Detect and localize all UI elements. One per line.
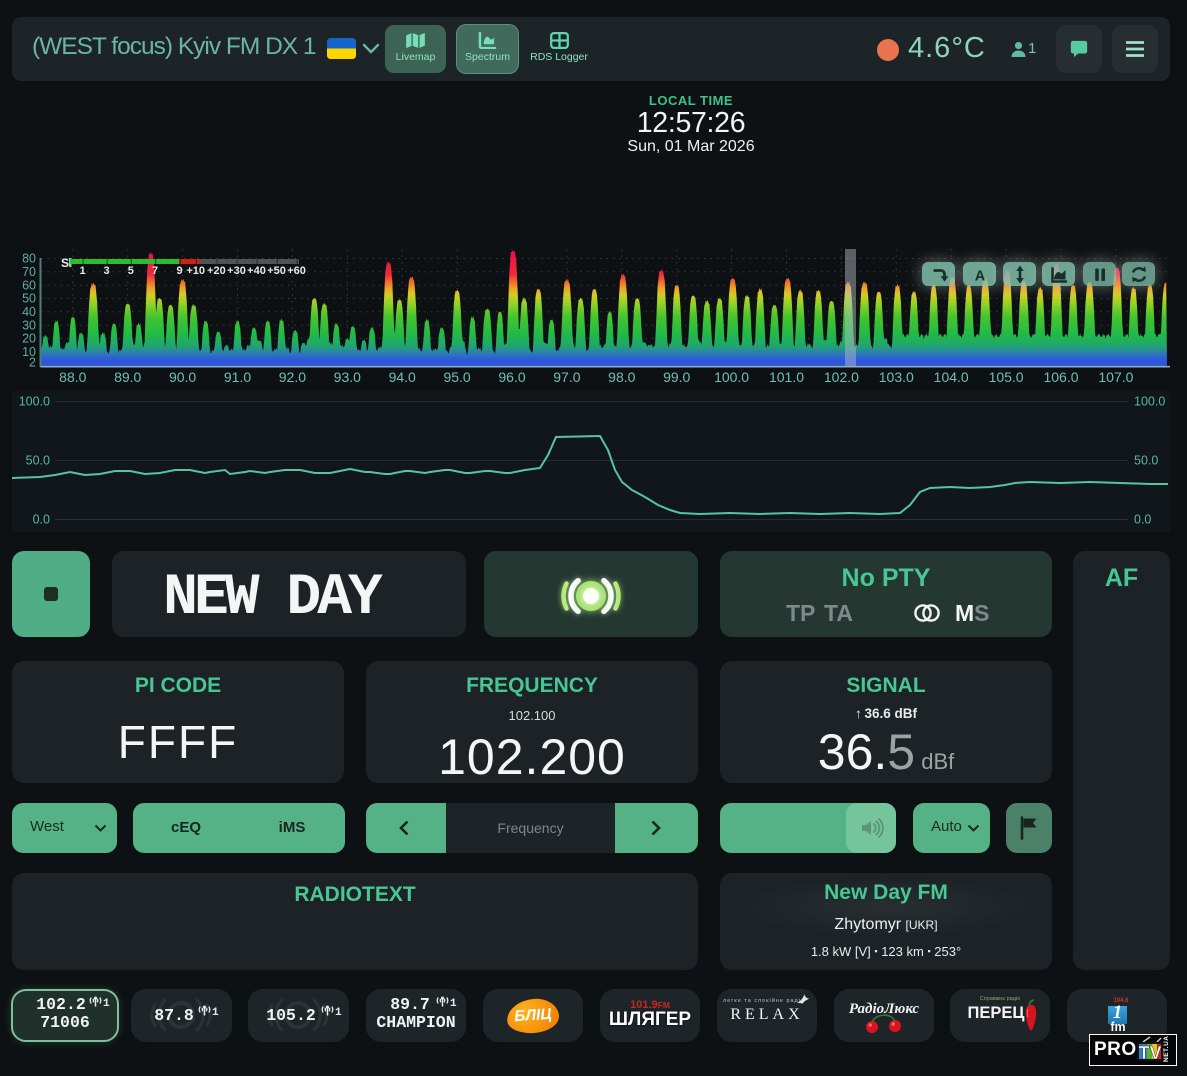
svg-text:3: 3 bbox=[103, 265, 109, 277]
svg-text:0.0: 0.0 bbox=[1134, 513, 1151, 527]
svg-text:7: 7 bbox=[152, 265, 158, 277]
svg-text:105.0: 105.0 bbox=[989, 369, 1024, 385]
svg-text:98.0: 98.0 bbox=[608, 369, 635, 385]
svg-text:50.0: 50.0 bbox=[1134, 454, 1158, 468]
svg-text:A: A bbox=[974, 268, 985, 284]
svg-text:+60: +60 bbox=[287, 265, 306, 277]
svg-text:92.0: 92.0 bbox=[279, 369, 306, 385]
svg-text:70: 70 bbox=[22, 265, 36, 279]
svg-text:96.0: 96.0 bbox=[498, 369, 525, 385]
svg-text:90.0: 90.0 bbox=[169, 369, 196, 385]
svg-text:88.0: 88.0 bbox=[59, 369, 86, 385]
svg-text:1: 1 bbox=[450, 998, 457, 1008]
svg-text:1: 1 bbox=[79, 265, 85, 277]
svg-text:103.0: 103.0 bbox=[879, 369, 914, 385]
svg-text:S: S bbox=[61, 256, 69, 270]
svg-text:91.0: 91.0 bbox=[224, 369, 251, 385]
svg-text:+30: +30 bbox=[227, 265, 246, 277]
svg-text:100.0: 100.0 bbox=[1134, 395, 1165, 409]
svg-text:1: 1 bbox=[103, 998, 110, 1008]
svg-text:50.0: 50.0 bbox=[26, 454, 50, 468]
svg-text:0.0: 0.0 bbox=[33, 513, 50, 527]
svg-text:+10: +10 bbox=[186, 265, 205, 277]
svg-text:93.0: 93.0 bbox=[334, 369, 361, 385]
svg-text:30: 30 bbox=[22, 318, 36, 332]
svg-text:+20: +20 bbox=[207, 265, 226, 277]
svg-text:1: 1 bbox=[335, 1007, 342, 1017]
svg-text:102.0: 102.0 bbox=[824, 369, 859, 385]
svg-text:20: 20 bbox=[22, 332, 36, 346]
svg-text:97.0: 97.0 bbox=[553, 369, 580, 385]
svg-text:60: 60 bbox=[22, 278, 36, 292]
svg-text:1: 1 bbox=[212, 1007, 219, 1017]
svg-text:106.0: 106.0 bbox=[1043, 369, 1078, 385]
svg-text:+40: +40 bbox=[247, 265, 266, 277]
svg-text:89.0: 89.0 bbox=[114, 369, 141, 385]
svg-text:80: 80 bbox=[22, 252, 36, 266]
svg-text:2: 2 bbox=[29, 356, 36, 370]
svg-text:107.0: 107.0 bbox=[1098, 369, 1133, 385]
svg-text:50: 50 bbox=[22, 292, 36, 306]
svg-text:+50: +50 bbox=[267, 265, 286, 277]
svg-text:100.0: 100.0 bbox=[19, 395, 50, 409]
svg-text:101.0: 101.0 bbox=[769, 369, 804, 385]
svg-text:5: 5 bbox=[128, 265, 134, 277]
svg-text:TV: TV bbox=[1138, 1043, 1161, 1063]
svg-text:95.0: 95.0 bbox=[443, 369, 470, 385]
svg-text:104.0: 104.0 bbox=[934, 369, 969, 385]
svg-text:94.0: 94.0 bbox=[389, 369, 416, 385]
svg-text:40: 40 bbox=[22, 305, 36, 319]
svg-text:100.0: 100.0 bbox=[714, 369, 749, 385]
svg-text:9: 9 bbox=[177, 265, 183, 277]
svg-text:99.0: 99.0 bbox=[663, 369, 690, 385]
